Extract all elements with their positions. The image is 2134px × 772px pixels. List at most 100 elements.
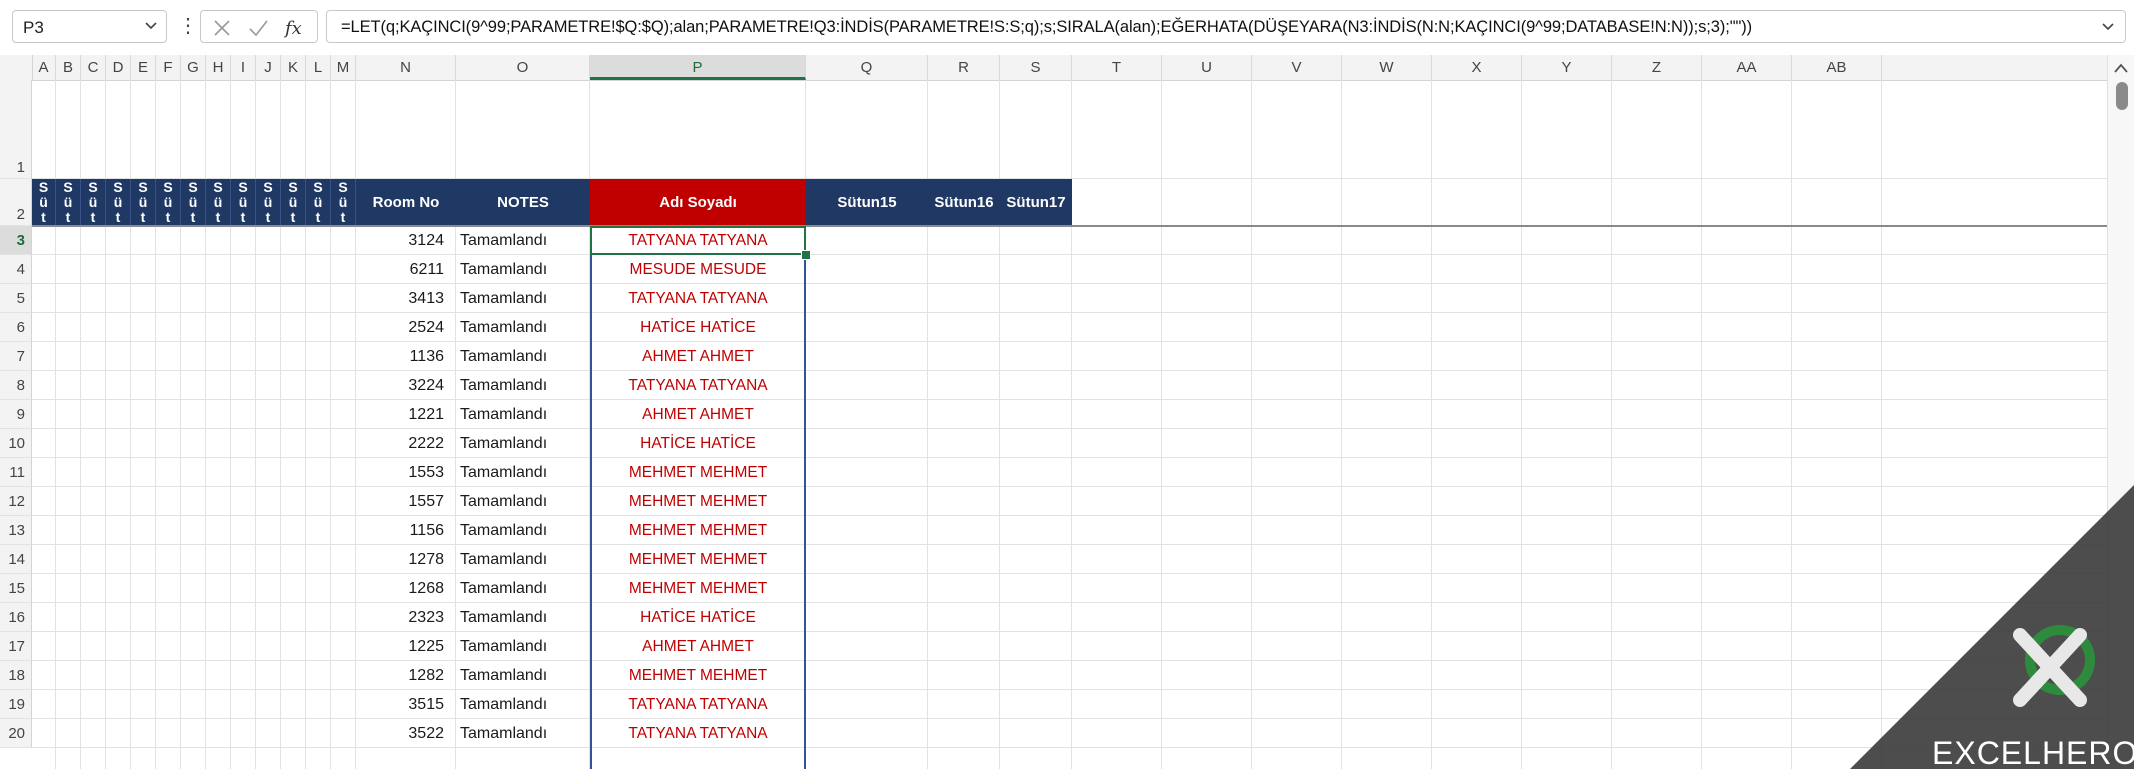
cell-name[interactable]: HATİCE HATİCE: [590, 313, 806, 342]
name-box[interactable]: P3: [12, 10, 167, 43]
cell-name[interactable]: MEHMET MEHMET: [590, 574, 806, 603]
column-header-q[interactable]: Q: [806, 55, 928, 80]
cell-notes[interactable]: Tamamlandı: [456, 458, 590, 487]
cell-room-no[interactable]: 3515: [356, 690, 456, 719]
table-header-narrow[interactable]: Sütu: [56, 179, 81, 226]
column-header-u[interactable]: U: [1162, 55, 1252, 80]
cell-room-no[interactable]: 3124: [356, 226, 456, 255]
row-header-5[interactable]: 5: [0, 284, 32, 313]
cell-notes[interactable]: Tamamlandı: [456, 255, 590, 284]
cell-name[interactable]: HATİCE HATİCE: [590, 429, 806, 458]
cell-notes[interactable]: Tamamlandı: [456, 371, 590, 400]
row-header-4[interactable]: 4: [0, 255, 32, 284]
cell-room-no[interactable]: 3224: [356, 371, 456, 400]
table-header-narrow[interactable]: Sütu: [331, 179, 356, 226]
cell-room-no[interactable]: 2323: [356, 603, 456, 632]
cell-notes[interactable]: Tamamlandı: [456, 574, 590, 603]
column-header-b[interactable]: B: [56, 55, 81, 80]
row-header-19[interactable]: 19: [0, 690, 32, 719]
row-header-13[interactable]: 13: [0, 516, 32, 545]
cell-notes[interactable]: Tamamlandı: [456, 690, 590, 719]
scrollbar-thumb[interactable]: [2116, 82, 2128, 110]
formula-input[interactable]: =LET(q;KAÇINCI(9^99;PARAMETRE!$Q:$Q);ala…: [326, 10, 2126, 43]
cell-notes[interactable]: Tamamlandı: [456, 284, 590, 313]
cell-room-no[interactable]: 1268: [356, 574, 456, 603]
header-col15[interactable]: Sütun15: [806, 179, 928, 226]
cell-name[interactable]: MEHMET MEHMET: [590, 545, 806, 574]
cell-room-no[interactable]: 6211: [356, 255, 456, 284]
cell-room-no[interactable]: 1557: [356, 487, 456, 516]
row-header-10[interactable]: 10: [0, 429, 32, 458]
cell-name[interactable]: MEHMET MEHMET: [590, 661, 806, 690]
column-header-h[interactable]: H: [206, 55, 231, 80]
cell-name[interactable]: TATYANA TATYANA: [590, 284, 806, 313]
cell-name[interactable]: MEHMET MEHMET: [590, 487, 806, 516]
column-header-w[interactable]: W: [1342, 55, 1432, 80]
header-col17[interactable]: Sütun17: [1000, 179, 1072, 226]
column-header-o[interactable]: O: [456, 55, 590, 80]
cell-room-no[interactable]: 1553: [356, 458, 456, 487]
cell-name[interactable]: TATYANA TATYANA: [590, 371, 806, 400]
cell-grid[interactable]: Sütu Sütu Sütu Sütu Sütu Sütu Sütu Sütu Sütu Sütu…: [32, 80, 2107, 769]
cell-name[interactable]: AHMET AHMET: [590, 342, 806, 371]
table-header-narrow[interactable]: Sütu: [156, 179, 181, 226]
select-all-corner[interactable]: [0, 55, 33, 80]
row-header-3[interactable]: 3: [0, 226, 32, 255]
cell-notes[interactable]: Tamamlandı: [456, 603, 590, 632]
cell-name[interactable]: MEHMET MEHMET: [590, 516, 806, 545]
table-header-narrow[interactable]: Sütu: [256, 179, 281, 226]
cell-room-no[interactable]: 2524: [356, 313, 456, 342]
cell-notes[interactable]: Tamamlandı: [456, 226, 590, 255]
row-header-12[interactable]: 12: [0, 487, 32, 516]
row-header-15[interactable]: 15: [0, 574, 32, 603]
cell-notes[interactable]: Tamamlandı: [456, 313, 590, 342]
column-header-f[interactable]: F: [156, 55, 181, 80]
cell-room-no[interactable]: 1278: [356, 545, 456, 574]
row-header-17[interactable]: 17: [0, 632, 32, 661]
fx-icon[interactable]: fx: [283, 17, 311, 39]
column-header-l[interactable]: L: [306, 55, 331, 80]
cell-room-no[interactable]: 1136: [356, 342, 456, 371]
table-header-narrow[interactable]: Sütu: [231, 179, 256, 226]
x-icon[interactable]: [211, 17, 233, 39]
row-header-20[interactable]: 20: [0, 719, 32, 748]
row-header-18[interactable]: 18: [0, 661, 32, 690]
cell-notes[interactable]: Tamamlandı: [456, 342, 590, 371]
column-header-j[interactable]: J: [256, 55, 281, 80]
column-header-e[interactable]: E: [131, 55, 156, 80]
chevron-down-icon[interactable]: [2101, 20, 2115, 34]
cell-room-no[interactable]: 1221: [356, 400, 456, 429]
cell-room-no[interactable]: 3522: [356, 719, 456, 748]
table-header-narrow[interactable]: Sütu: [181, 179, 206, 226]
column-header-r[interactable]: R: [928, 55, 1000, 80]
row-header-11[interactable]: 11: [0, 458, 32, 487]
cell-notes[interactable]: Tamamlandı: [456, 487, 590, 516]
chevron-up-icon[interactable]: [2114, 63, 2128, 73]
column-header-c[interactable]: C: [81, 55, 106, 80]
cell-notes[interactable]: Tamamlandı: [456, 429, 590, 458]
column-header-k[interactable]: K: [281, 55, 306, 80]
cell-name[interactable]: TATYANA TATYANA: [590, 690, 806, 719]
row-header-2[interactable]: 2: [0, 179, 32, 226]
cell-name[interactable]: AHMET AHMET: [590, 632, 806, 661]
column-header-y[interactable]: Y: [1522, 55, 1612, 80]
cell-notes[interactable]: Tamamlandı: [456, 516, 590, 545]
cell-notes[interactable]: Tamamlandı: [456, 632, 590, 661]
cell-notes[interactable]: Tamamlandı: [456, 719, 590, 748]
vertical-scrollbar[interactable]: [2107, 55, 2134, 769]
chevron-down-icon[interactable]: [144, 19, 158, 33]
column-header-i[interactable]: I: [231, 55, 256, 80]
header-room-no[interactable]: Room No: [356, 179, 456, 226]
column-header-t[interactable]: T: [1072, 55, 1162, 80]
cell-name[interactable]: TATYANA TATYANA: [590, 719, 806, 748]
column-header-s[interactable]: S: [1000, 55, 1072, 80]
row-header-14[interactable]: 14: [0, 545, 32, 574]
cell-notes[interactable]: Tamamlandı: [456, 545, 590, 574]
column-header-m[interactable]: M: [331, 55, 356, 80]
table-header-narrow[interactable]: Sütu: [106, 179, 131, 226]
column-header-n[interactable]: N: [356, 55, 456, 80]
cell-room-no[interactable]: 2222: [356, 429, 456, 458]
column-header-g[interactable]: G: [181, 55, 206, 80]
column-header-a[interactable]: A: [32, 55, 56, 80]
cell-name[interactable]: HATİCE HATİCE: [590, 603, 806, 632]
